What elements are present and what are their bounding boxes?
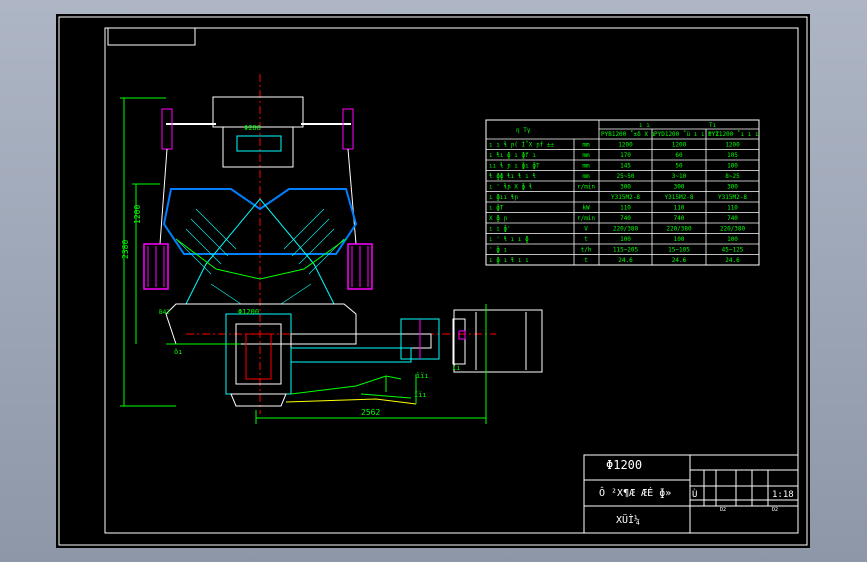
title-subtitle: Ô ²X¶Æ ÆÉ ɸ»	[599, 486, 671, 499]
table-cell: 740	[620, 215, 631, 222]
table-row-label: ı ɸT	[489, 205, 504, 212]
table-row-label: ı ɬı ɸ ı ɸf ı	[489, 152, 536, 159]
table-cell: 110	[674, 205, 685, 212]
tb-d2-b: D2	[772, 507, 778, 513]
table-cell: 100	[727, 163, 738, 170]
table-cell: Y315M2-8	[718, 194, 747, 201]
table-header-name: η Tγ	[516, 127, 531, 134]
table-row-label: ı ' ɬ ı ı ɸ	[489, 236, 529, 243]
motor	[453, 309, 543, 373]
dim-side-label: B42	[159, 309, 170, 316]
table-cell: 100	[620, 236, 631, 243]
table-cell: Y315M2-8	[665, 194, 694, 201]
table-cell: 220/380	[720, 226, 746, 233]
feed-throat	[222, 126, 294, 168]
table-row-label: ı ı ɬ ɲ( Í˚X ɲf ±±	[489, 141, 554, 149]
feed-plate	[236, 135, 282, 152]
drawing-number: XÜÌ¼	[616, 513, 640, 526]
callout-2: ïïı	[416, 372, 429, 380]
table-cell: 15~105	[668, 247, 690, 254]
corner-box	[107, 27, 196, 46]
table-cell: 100	[674, 236, 685, 243]
table-cell: 115~205	[613, 247, 639, 254]
table-cell: 300	[620, 184, 631, 191]
table-cell: 1200	[725, 142, 740, 149]
table-row-unit: mm	[582, 173, 590, 180]
table-row-unit: V	[584, 226, 588, 233]
callout-3: ïïı	[414, 391, 427, 399]
table-cell: 105	[727, 152, 738, 159]
callout-1: ïı	[452, 364, 460, 372]
table-row-unit: mm	[582, 142, 590, 149]
outer-frame	[58, 16, 808, 546]
table-cell: 220/380	[613, 226, 639, 233]
table-row-label: ɬ ɸɸ ɬı ɬ ı ɬ	[489, 173, 536, 180]
drawing-svg: 2380 1200 2562 Φ280 Φ1200 B42 õı ïı ïïı …	[58, 16, 808, 546]
table-cell: 110	[727, 205, 738, 212]
table-row-unit: mm	[582, 152, 590, 159]
table-header-group: ı ı	[639, 122, 650, 129]
table-cell: 1200	[672, 142, 687, 149]
table-cell: 8~25	[725, 173, 740, 180]
table-cell: 110	[620, 205, 631, 212]
feed-hopper	[212, 96, 304, 128]
dim-total-height: 2380	[121, 240, 130, 259]
dimension-lines	[120, 97, 487, 424]
dim-shaft-dia: Φ280	[244, 124, 261, 132]
dim-bowl-dia: Φ1200	[238, 308, 259, 316]
table-cell: 24.6	[725, 257, 740, 264]
inner-frame	[104, 27, 799, 534]
table-row-unit: r/min	[577, 184, 595, 191]
table-row-unit: t/h	[581, 247, 592, 254]
table-row-unit: t	[584, 257, 588, 264]
dim-partial-height: 1200	[133, 205, 142, 224]
crusher-assembly	[143, 74, 543, 414]
table-cell: 740	[674, 215, 685, 222]
table-cell: 220/380	[666, 226, 692, 233]
table-row-unit: r/min	[577, 215, 595, 222]
table-cell: 100	[727, 236, 738, 243]
table-row-label: ı ' ɬɲ X ɸ ɬ	[489, 184, 533, 191]
table-cell: 145	[620, 163, 631, 170]
table-row-label: ıı ɬ ɲ ı ɸı ɸT	[489, 163, 540, 170]
table-cell: 25~50	[616, 173, 634, 180]
scale: 1:18	[772, 490, 794, 500]
table-row-unit: mm	[582, 163, 590, 170]
table-row-unit: t	[584, 236, 588, 243]
tb-mark: Ù	[692, 488, 697, 500]
table-subheader: PYB1200 ˚±δ X ı	[601, 131, 656, 138]
table-cell: 1200	[618, 142, 633, 149]
table-row-label: ı ı ɸ'	[489, 226, 511, 233]
title-main: Φ1200	[606, 458, 642, 472]
table-row-label: X ɸ ɲ	[489, 215, 507, 222]
dim-width: 2562	[361, 408, 380, 417]
table-row-label: ı ɸ ı ɬ ı ı	[489, 257, 529, 264]
table-row-label: ı ɸıı ɬɲ	[489, 194, 518, 201]
table-cell: 60	[675, 152, 683, 159]
table-cell: 300	[674, 184, 685, 191]
table-subheader: PYZ1200 ˚ı ı ı	[708, 131, 759, 138]
table-row-unit: kW	[582, 205, 590, 212]
table-cell: 24.6	[618, 257, 633, 264]
table-cell: 3~10	[672, 173, 687, 180]
left-callout: õı	[174, 348, 182, 356]
table-header-group2: Tı	[709, 122, 717, 129]
table-row-label: ' ɸ ı	[489, 247, 507, 254]
drive-shaft	[290, 333, 432, 349]
table-cell: 300	[727, 184, 738, 191]
table-cell: 24.6	[672, 257, 687, 264]
table-cell: 170	[620, 152, 631, 159]
tb-d2-a: D2	[720, 507, 726, 513]
table-cell: Y315M2-8	[611, 194, 640, 201]
drawing-canvas: 2380 1200 2562 Φ280 Φ1200 B42 õı ïı ïïı …	[56, 14, 810, 548]
table-cell: 740	[727, 215, 738, 222]
spec-table: η Tγı ı TıPYB1200 ˚±δ X ıPYD1200 ˚ü ı ı ı…	[485, 119, 760, 266]
table-cell: 45~125	[722, 247, 744, 254]
table-cell: 50	[675, 163, 683, 170]
